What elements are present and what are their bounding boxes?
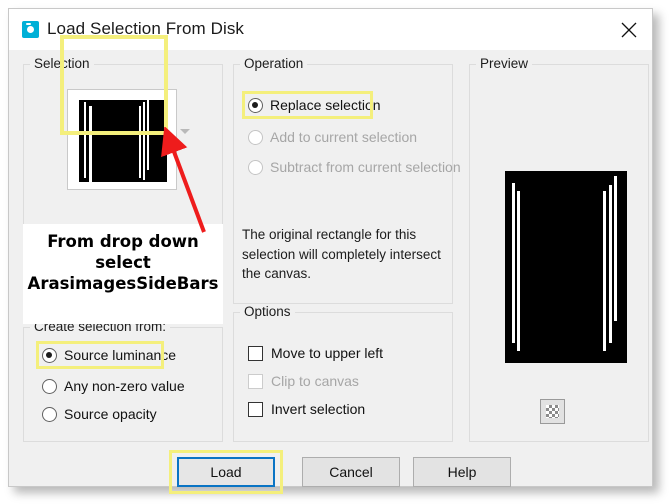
note-line-3: ArasimagesSideBars	[27, 274, 219, 294]
close-icon[interactable]	[606, 9, 652, 50]
checkbox-indicator	[248, 345, 263, 361]
help-button[interactable]: Help	[413, 457, 511, 487]
load-button[interactable]: Load	[177, 457, 275, 487]
dialog-window: Load Selection From Disk Selection From …	[8, 8, 653, 494]
checkbox-move-to-upper-left[interactable]: Move to upper left	[248, 345, 383, 361]
operation-group-title: Operation	[240, 56, 308, 71]
checkbox-clip-to-canvas[interactable]: Clip to canvas	[248, 373, 359, 389]
radio-indicator	[42, 378, 57, 394]
annotation-note: From drop down select ArasimagesSideBars	[23, 224, 223, 324]
checkbox-indicator	[248, 401, 263, 417]
radio-label: Source opacity	[64, 406, 157, 422]
screenshot-root: Load Selection From Disk Selection From …	[0, 0, 669, 504]
radio-indicator	[248, 129, 263, 145]
preview-group: Preview	[469, 56, 649, 442]
dialog-title: Load Selection From Disk	[47, 19, 245, 38]
camera-icon	[22, 21, 39, 38]
radio-indicator	[248, 159, 263, 175]
checkbox-indicator	[248, 373, 263, 389]
radio-add-to-current-selection[interactable]: Add to current selection	[248, 129, 417, 145]
note-line-2: select	[95, 253, 151, 273]
radio-indicator	[42, 406, 57, 422]
checkbox-label: Invert selection	[271, 401, 366, 417]
checkbox-label: Clip to canvas	[271, 373, 359, 389]
radio-replace-selection[interactable]: Replace selection	[248, 97, 381, 113]
radio-label: Any non-zero value	[64, 378, 185, 394]
options-group-title: Options	[240, 304, 295, 319]
cancel-button[interactable]: Cancel	[302, 457, 400, 487]
radio-indicator	[248, 97, 263, 113]
preview-group-title: Preview	[476, 56, 533, 71]
selection-preview-image	[505, 171, 627, 363]
radio-label: Source luminance	[64, 347, 177, 363]
radio-any-non-zero-value[interactable]: Any non-zero value	[42, 378, 185, 394]
radio-subtract-from-current-selection[interactable]: Subtract from current selection	[248, 159, 461, 175]
radio-source-opacity[interactable]: Source opacity	[42, 406, 157, 422]
radio-label: Add to current selection	[270, 129, 418, 145]
operation-group: Operation Replace selection Add to curre…	[233, 56, 461, 304]
title-bar: Load Selection From Disk	[9, 9, 652, 50]
radio-label: Subtract from current selection	[270, 159, 461, 175]
radio-source-luminance[interactable]: Source luminance	[42, 347, 176, 363]
create-selection-from-group: Create selection from: Source luminance …	[23, 319, 223, 442]
red-arrow	[161, 127, 206, 233]
radio-indicator	[42, 347, 57, 363]
radio-label: Replace selection	[270, 97, 381, 113]
checkbox-invert-selection[interactable]: Invert selection	[248, 401, 365, 417]
operation-hint-text: The original rectangle for this selectio…	[242, 227, 441, 282]
checkerboard-icon[interactable]	[540, 399, 565, 424]
selection-group-title: Selection	[30, 56, 94, 71]
checkbox-label: Move to upper left	[271, 345, 384, 361]
options-group: Options Move to upper left Clip to canva…	[233, 304, 453, 442]
